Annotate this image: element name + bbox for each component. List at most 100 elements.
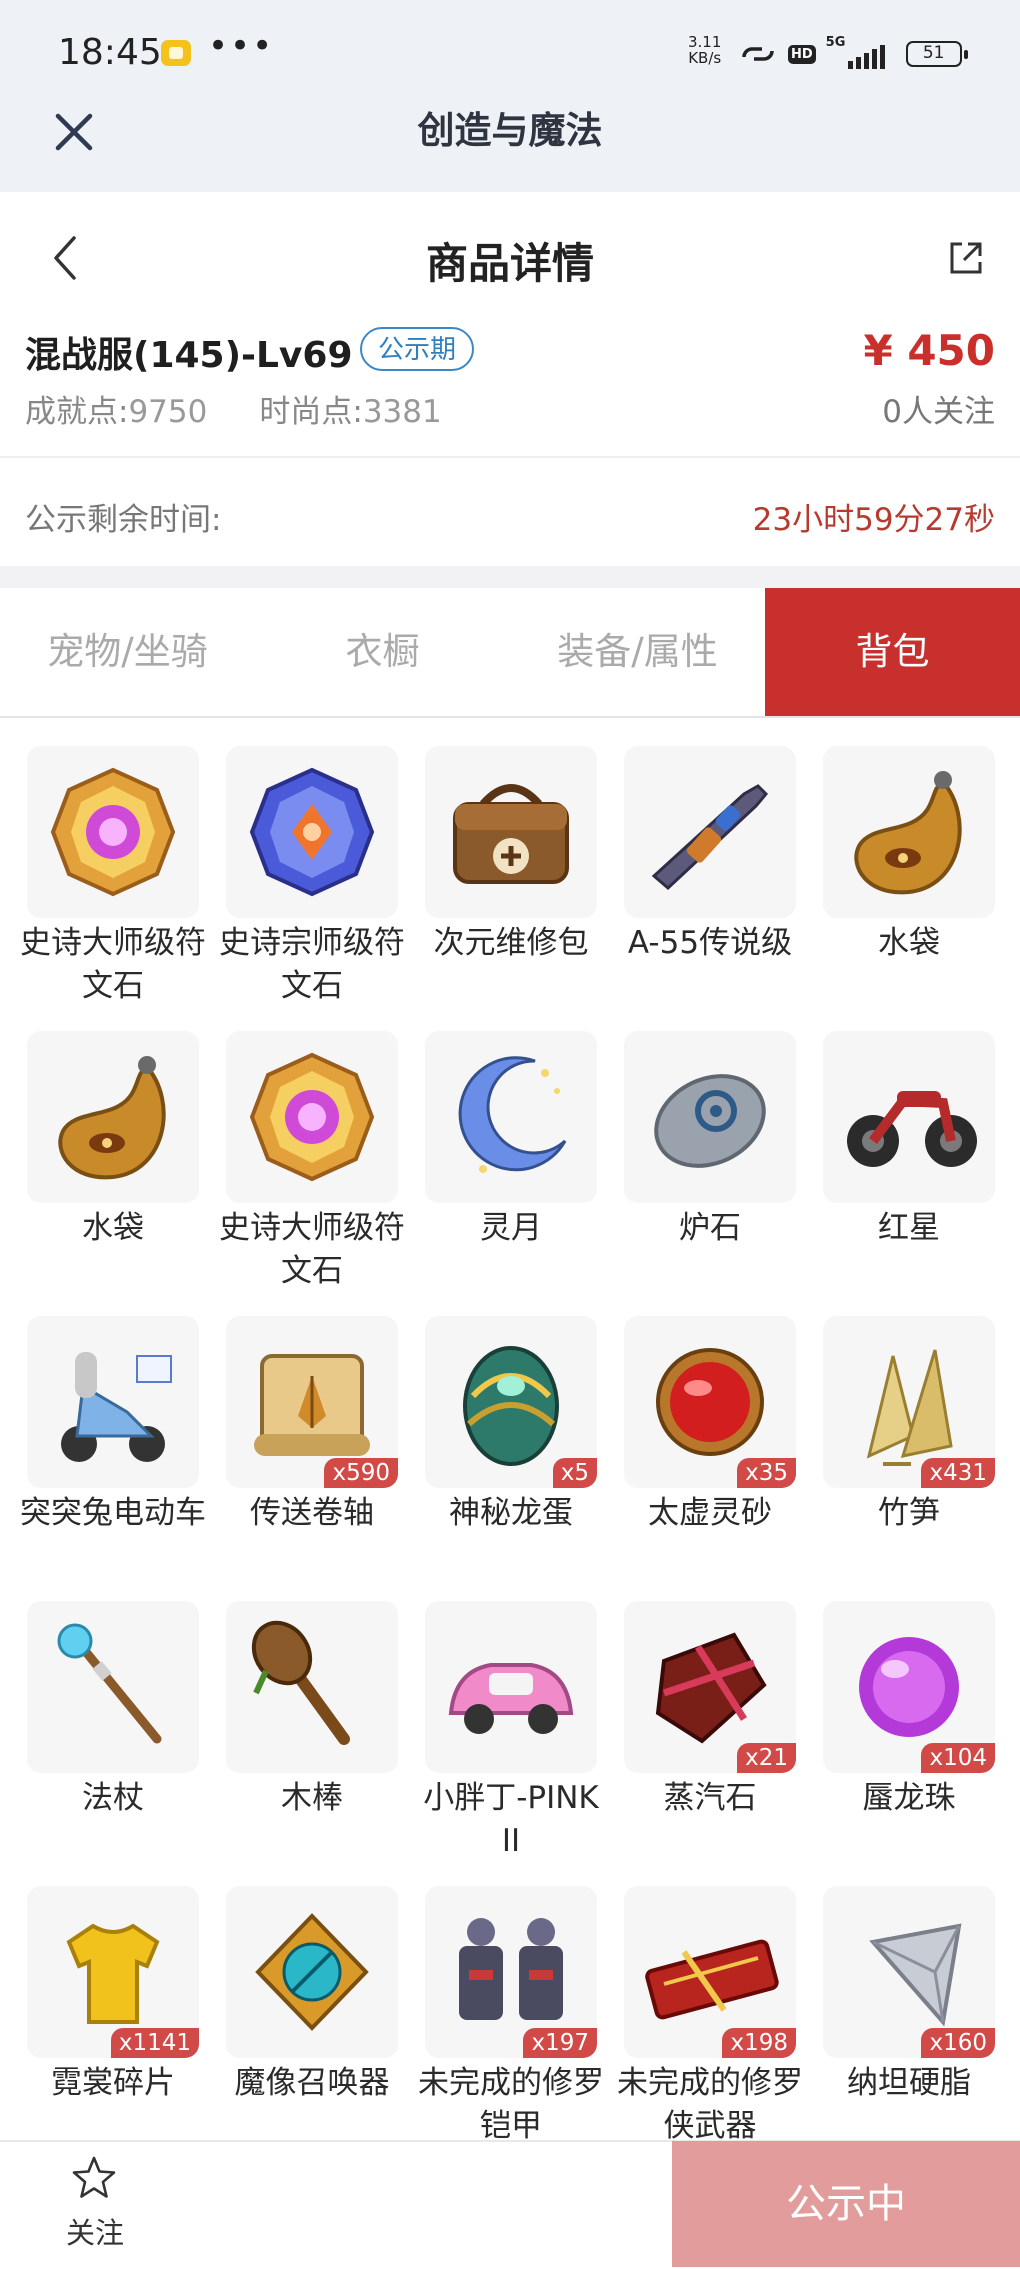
- item-thumbnail: [823, 746, 995, 918]
- achievement-label: 成就点:: [25, 394, 129, 430]
- app-title: 创造与魔法: [417, 109, 603, 152]
- backpack-item[interactable]: x431 竹笋: [823, 1316, 995, 1601]
- share-icon[interactable]: [946, 238, 986, 278]
- backpack-item[interactable]: 水袋: [823, 746, 995, 1031]
- item-thumbnail: [226, 1886, 398, 2058]
- backpack-item[interactable]: x197 未完成的修罗铠甲: [418, 1886, 604, 2171]
- item-name: 未完成的修罗铠甲: [418, 2065, 604, 2144]
- item-thumbnail: [27, 1031, 199, 1203]
- publicity-button[interactable]: 公示中: [672, 2141, 1020, 2267]
- backpack-item[interactable]: 史诗大师级符文石: [219, 1031, 405, 1316]
- backpack-item[interactable]: x590 传送卷轴: [226, 1316, 398, 1601]
- star-icon[interactable]: [70, 2154, 118, 2202]
- item-name: 太虚灵砂: [648, 1495, 772, 1531]
- backpack-item[interactable]: x198 未完成的修罗侠武器: [617, 1886, 803, 2171]
- network-speed-value: 3.11: [688, 33, 722, 51]
- link-icon: [742, 47, 774, 61]
- item-name: 蒸汽石: [663, 1780, 757, 1816]
- backpack-item[interactable]: 突突兔电动车: [20, 1316, 206, 1601]
- item-thumbnail: x197: [425, 1886, 597, 2058]
- item-thumbnail: [27, 1316, 199, 1488]
- backpack-item[interactable]: 水袋: [27, 1031, 199, 1316]
- pink-car-icon: [448, 1663, 574, 1734]
- item-name: 神秘龙蛋: [449, 1495, 573, 1531]
- backpack-item[interactable]: x1141 霓裳碎片: [27, 1886, 199, 2171]
- water-bag-icon: [854, 771, 962, 895]
- item-thumbnail: [624, 1031, 796, 1203]
- item-name: 传送卷轴: [250, 1495, 374, 1531]
- item-name: 木棒: [281, 1780, 343, 1816]
- item-name: 史诗大师级符文石: [20, 925, 206, 1004]
- tab-pets-mounts[interactable]: 宠物/坐骑: [0, 588, 255, 716]
- backpack-item[interactable]: 法杖: [27, 1601, 199, 1886]
- item-name: 霓裳碎片: [51, 2065, 175, 2101]
- item-thumbnail: x21: [624, 1601, 796, 1773]
- backpack-item[interactable]: 次元维修包: [425, 746, 597, 1031]
- status-icons: HD 5G 51: [738, 35, 968, 72]
- quantity-badge: x431: [921, 1458, 995, 1488]
- more-notifications-icon: •••: [208, 26, 275, 66]
- item-name: 水袋: [878, 925, 940, 961]
- golem-summoner-icon: [255, 1913, 369, 2031]
- backpack-item[interactable]: x104 蜃龙珠: [823, 1601, 995, 1886]
- timer-value: 23小时59分27秒: [752, 502, 995, 538]
- status-time: 18:45: [58, 32, 162, 73]
- item-name: 法杖: [82, 1780, 144, 1816]
- page-title: 商品详情: [425, 239, 594, 288]
- fashion-label: 时尚点:: [259, 394, 363, 430]
- divider: [0, 456, 1020, 458]
- item-thumbnail: [226, 1031, 398, 1203]
- backpack-item[interactable]: 魔像召唤器: [226, 1886, 398, 2171]
- backpack-item[interactable]: 小胖丁-PINK II: [423, 1601, 599, 1886]
- backpack-grid: 史诗大师级符文石 史诗宗师级符文石 次元维修包 A-55传说级 水袋 水袋 史诗大师级符文石…: [20, 746, 997, 2171]
- item-thumbnail: x5: [425, 1316, 597, 1488]
- item-name: 未完成的修罗侠武器: [617, 2065, 803, 2144]
- tab-backpack[interactable]: 背包: [765, 588, 1020, 716]
- quantity-badge: x104: [921, 1743, 995, 1773]
- item-thumbnail: [624, 746, 796, 918]
- backpack-item[interactable]: x5 神秘龙蛋: [425, 1316, 597, 1601]
- backpack-item[interactable]: 史诗宗师级符文石: [219, 746, 405, 1031]
- item-thumbnail: x590: [226, 1316, 398, 1488]
- motorcycle-icon: [847, 1091, 977, 1167]
- backpack-item[interactable]: A-55传说级: [624, 746, 796, 1031]
- staff-icon: [57, 1623, 162, 1744]
- rune-stone-blue-icon: [249, 767, 375, 897]
- item-thumbnail: x431: [823, 1316, 995, 1488]
- product-name: 混战服(145)-Lv69: [25, 335, 353, 376]
- item-thumbnail: [425, 1031, 597, 1203]
- backpack-item[interactable]: x160 纳坦硬脂: [823, 1886, 995, 2171]
- backpack-item[interactable]: 木棒: [226, 1601, 398, 1886]
- signal-icon: 5G: [826, 35, 896, 71]
- backpack-item[interactable]: 炉石: [624, 1031, 796, 1316]
- follow-label[interactable]: 关注: [0, 2210, 190, 2252]
- item-thumbnail: x35: [624, 1316, 796, 1488]
- item-name: 蜃龙珠: [862, 1780, 956, 1816]
- item-name: 次元维修包: [433, 925, 589, 961]
- backpack-item[interactable]: 灵月: [425, 1031, 597, 1316]
- tab-equipment[interactable]: 装备/属性: [510, 588, 765, 716]
- item-thumbnail: [226, 1601, 398, 1773]
- item-name: 纳坦硬脂: [847, 2065, 971, 2101]
- quantity-badge: x1141: [110, 2028, 199, 2058]
- scooter-icon: [61, 1352, 172, 1462]
- backpack-item[interactable]: x21 蒸汽石: [624, 1601, 796, 1886]
- backpack-item[interactable]: x35 太虚灵砂: [624, 1316, 796, 1601]
- item-name: 小胖丁-PINK II: [423, 1780, 599, 1859]
- product-stats: 成就点:9750 时尚点:3381: [25, 386, 442, 431]
- rune-stone-gold-icon: [249, 1052, 375, 1182]
- tab-wardrobe[interactable]: 衣橱: [255, 588, 510, 716]
- backpack-item[interactable]: 史诗大师级符文石: [20, 746, 206, 1031]
- quantity-badge: x160: [921, 2028, 995, 2058]
- water-bag-icon: [58, 1056, 166, 1180]
- backpack-item[interactable]: 红星: [823, 1031, 995, 1316]
- quantity-badge: x198: [722, 2028, 796, 2058]
- item-name: 灵月: [480, 1210, 542, 1246]
- quantity-badge: x5: [552, 1458, 597, 1488]
- quantity-badge: x35: [737, 1458, 796, 1488]
- fashion-value: 3381: [362, 394, 442, 430]
- item-thumbnail: x160: [823, 1886, 995, 2058]
- item-name: 史诗大师级符文石: [219, 1210, 405, 1289]
- tab-bar: 宠物/坐骑 衣橱 装备/属性 背包: [0, 588, 1020, 718]
- item-thumbnail: [226, 746, 398, 918]
